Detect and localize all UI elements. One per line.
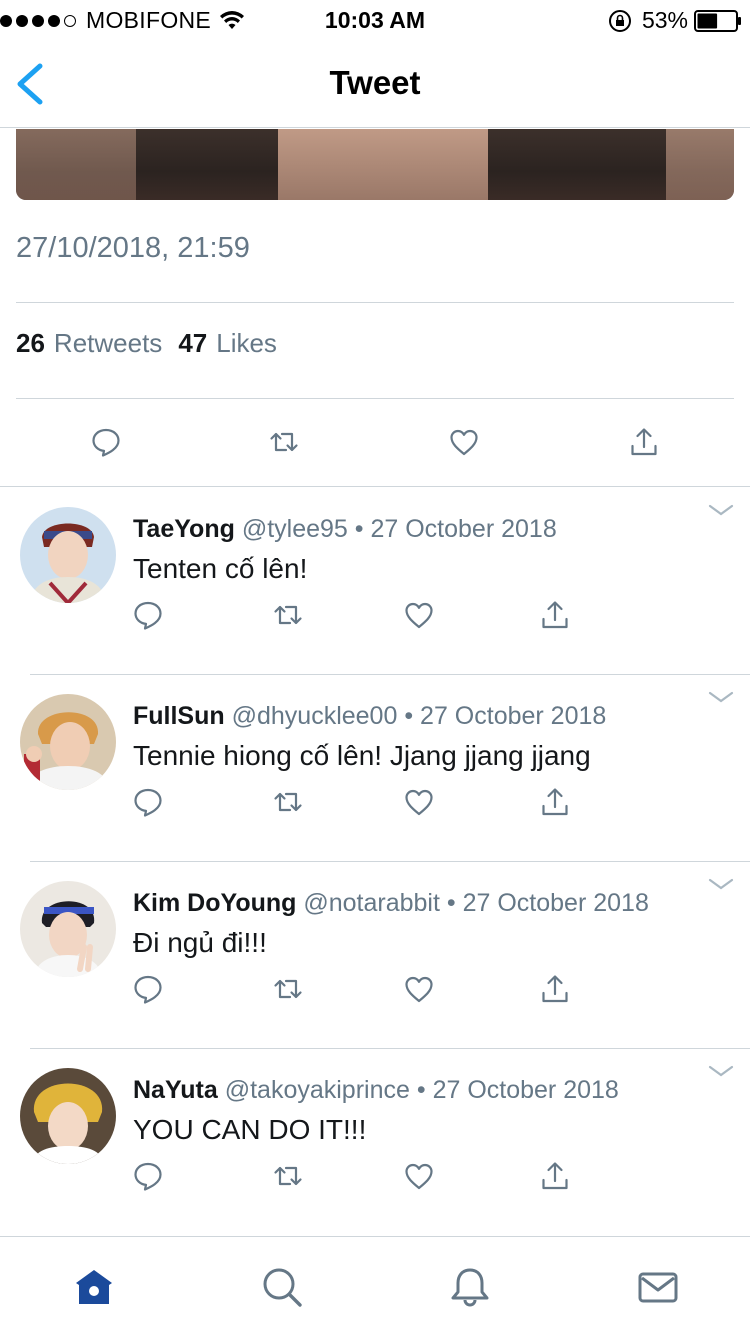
likes-label[interactable]: Likes [216,328,277,359]
chevron-down-icon[interactable] [708,877,734,891]
reply-icon[interactable] [130,784,166,820]
share-icon[interactable] [537,1158,573,1194]
divider [16,398,734,399]
reply-action-bar [130,971,590,1011]
tab-messages[interactable] [636,1265,680,1309]
reply-handle[interactable]: @tylee95 [242,515,348,543]
share-icon[interactable] [537,971,573,1007]
chevron-down-icon[interactable] [708,503,734,517]
reply-author-name[interactable]: TaeYong [133,515,235,543]
reply-author-name[interactable]: NaYuta [133,1076,218,1104]
reply-tweet[interactable]: TaeYong @tylee95 • 27 October 2018 Tente… [0,487,750,674]
reply-text: Đi ngủ đi!!! [133,927,267,958]
reply-icon[interactable] [130,971,166,1007]
reply-text: YOU CAN DO IT!!! [133,1114,367,1145]
page-title: Tweet [329,64,421,101]
meta-separator: • [404,702,414,730]
share-icon[interactable] [537,597,573,633]
reply-handle[interactable]: @notarabbit [303,889,440,917]
tab-search[interactable] [260,1265,304,1309]
retweet-icon[interactable] [266,424,302,460]
reply-icon[interactable] [130,597,166,633]
avatar[interactable] [20,507,116,603]
meta-separator: • [354,515,364,543]
share-icon[interactable] [537,784,573,820]
reply-header: NaYuta @takoyakiprince • 27 October 2018 [133,1076,619,1105]
reply-header: Kim DoYoung @notarabbit • 27 October 201… [133,889,649,918]
reply-handle[interactable]: @takoyakiprince [225,1076,410,1104]
share-icon[interactable] [626,424,662,460]
status-right: 53% [608,7,742,34]
avatar[interactable] [20,694,116,790]
like-heart-icon[interactable] [401,971,437,1007]
tweet-media-image[interactable] [16,129,734,200]
reply-tweet[interactable]: NaYuta @takoyakiprince • 27 October 2018… [0,1048,750,1235]
avatar[interactable] [20,881,116,977]
rotation-lock-icon [608,9,631,32]
avatar[interactable] [20,1068,116,1164]
retweet-icon[interactable] [270,784,306,820]
tab-notifications[interactable] [448,1265,492,1309]
reply-text: Tennie hiong cố lên! Jjang jjang jjang [133,740,591,771]
retweets-count[interactable]: 26 [16,328,45,359]
tweet-timestamp: 27/10/2018, 21:59 [16,232,250,264]
nav-bar: Tweet [0,40,750,128]
retweet-icon[interactable] [270,597,306,633]
reply-handle[interactable]: @dhyucklee00 [232,702,398,730]
chevron-down-icon[interactable] [708,690,734,704]
reply-action-bar [130,597,590,637]
battery-icon [694,9,741,32]
home-icon [76,1270,112,1304]
reply-date: 27 October 2018 [432,1076,619,1104]
like-heart-icon[interactable] [401,1158,437,1194]
reply-date: 27 October 2018 [370,515,557,543]
retweet-icon[interactable] [270,1158,306,1194]
mail-icon [638,1272,678,1303]
reply-text: Tenten cố lên! [133,553,308,584]
status-bar: MOBIFONE 10:03 AM 53% [0,0,750,40]
reply-author-name[interactable]: Kim DoYoung [133,889,296,917]
tab-home[interactable] [72,1265,116,1309]
reply-date: 27 October 2018 [462,889,649,917]
retweets-label[interactable]: Retweets [54,328,162,359]
reply-icon[interactable] [88,424,124,460]
meta-separator: • [416,1076,426,1104]
reply-author-name[interactable]: FullSun [133,702,225,730]
reply-tweet[interactable]: FullSun @dhyucklee00 • 27 October 2018 T… [0,674,750,861]
like-heart-icon[interactable] [401,597,437,633]
chevron-down-icon[interactable] [708,1064,734,1078]
tweet-stats: 26 Retweets 47 Likes [16,328,293,359]
reply-icon[interactable] [130,1158,166,1194]
search-icon [263,1268,302,1307]
divider [16,302,734,303]
bottom-tab-bar [0,1236,750,1334]
battery-percentage: 53% [641,7,688,33]
bell-icon [451,1268,489,1307]
like-heart-icon[interactable] [401,784,437,820]
likes-count[interactable]: 47 [178,328,207,359]
reply-header: FullSun @dhyucklee00 • 27 October 2018 [133,702,606,731]
retweet-icon[interactable] [270,971,306,1007]
reply-tweet[interactable]: Kim DoYoung @notarabbit • 27 October 201… [0,861,750,1048]
reply-date: 27 October 2018 [420,702,607,730]
reply-action-bar [130,1158,590,1198]
like-heart-icon[interactable] [446,424,482,460]
reply-header: TaeYong @tylee95 • 27 October 2018 [133,515,557,544]
reply-action-bar [130,784,590,824]
meta-separator: • [446,889,456,917]
